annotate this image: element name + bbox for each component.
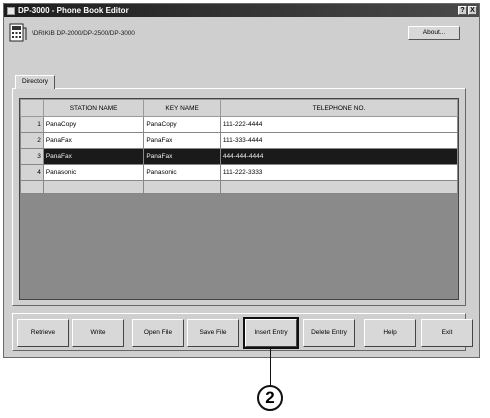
- retrieve-button[interactable]: Retrieve: [17, 319, 69, 347]
- row-number: 4: [20, 164, 44, 181]
- key-name-cell[interactable]: PanaFax: [143, 148, 221, 165]
- telephone-cell[interactable]: 111-333-4444: [219, 132, 458, 149]
- title-bar: DP-3000 - Phone Book Editor ? X: [4, 4, 479, 17]
- path-row: \DRIKIB DP-2000/DP-2500/DP-3000: [8, 22, 135, 44]
- insert-entry-button[interactable]: Insert Entry: [243, 317, 299, 349]
- phone-book-icon: [8, 22, 28, 44]
- write-button[interactable]: Write: [72, 319, 124, 347]
- save-file-button[interactable]: Save File: [187, 319, 239, 347]
- station-name-cell[interactable]: PanaFax: [42, 148, 145, 165]
- telephone-cell[interactable]: [219, 180, 458, 194]
- table-row[interactable]: 4 Panasonic Panasonic 111-222-3333: [20, 164, 458, 181]
- row-number: 2: [20, 132, 44, 149]
- delete-entry-button[interactable]: Delete Entry: [303, 319, 355, 347]
- station-name-header[interactable]: STATION NAME: [42, 99, 145, 117]
- close-title-button[interactable]: X: [468, 6, 477, 15]
- about-button[interactable]: About...: [408, 26, 460, 40]
- empty-new-row[interactable]: [20, 180, 458, 194]
- exit-button[interactable]: Exit: [421, 319, 473, 347]
- key-name-cell[interactable]: PanaCopy: [143, 116, 221, 133]
- device-path: \DRIKIB DP-2000/DP-2500/DP-3000: [32, 29, 135, 37]
- header-row: STATION NAME KEY NAME TELEPHONE NO.: [20, 99, 458, 117]
- row-number: [20, 180, 44, 194]
- help-button[interactable]: Help: [364, 319, 416, 347]
- telephone-cell[interactable]: 111-222-3333: [219, 164, 458, 181]
- help-title-button[interactable]: ?: [458, 6, 467, 15]
- station-name-cell[interactable]: Panasonic: [42, 164, 145, 181]
- station-name-cell[interactable]: PanaCopy: [42, 116, 145, 133]
- row-number: 3: [20, 148, 44, 165]
- phone-book-table: STATION NAME KEY NAME TELEPHONE NO. 1 Pa…: [20, 99, 458, 194]
- key-name-header[interactable]: KEY NAME: [143, 99, 221, 117]
- callout-number-badge: 2: [257, 385, 283, 411]
- telephone-cell[interactable]: 444-444-4444: [219, 148, 458, 165]
- table-row[interactable]: 2 PanaFax PanaFax 111-333-4444: [20, 132, 458, 149]
- row-number-header: [20, 99, 44, 117]
- key-name-cell[interactable]: [143, 180, 221, 194]
- phone-book-grid: STATION NAME KEY NAME TELEPHONE NO. 1 Pa…: [19, 98, 459, 300]
- station-name-cell[interactable]: [42, 180, 145, 194]
- tab-directory[interactable]: Directory: [15, 75, 55, 89]
- telephone-header[interactable]: TELEPHONE NO.: [219, 99, 458, 117]
- station-name-cell[interactable]: PanaFax: [42, 132, 145, 149]
- key-name-cell[interactable]: PanaFax: [143, 132, 221, 149]
- open-file-button[interactable]: Open File: [132, 319, 184, 347]
- telephone-cell[interactable]: 111-222-4444: [219, 116, 458, 133]
- callout-leader-line: [270, 349, 271, 386]
- row-number: 1: [20, 116, 44, 133]
- key-name-cell[interactable]: Panasonic: [143, 164, 221, 181]
- window-title: DP-3000 - Phone Book Editor: [18, 6, 129, 15]
- table-row-selected[interactable]: 3 PanaFax PanaFax 444-444-4444: [20, 148, 458, 165]
- app-icon: [7, 6, 15, 15]
- table-row[interactable]: 1 PanaCopy PanaCopy 111-222-4444: [20, 116, 458, 133]
